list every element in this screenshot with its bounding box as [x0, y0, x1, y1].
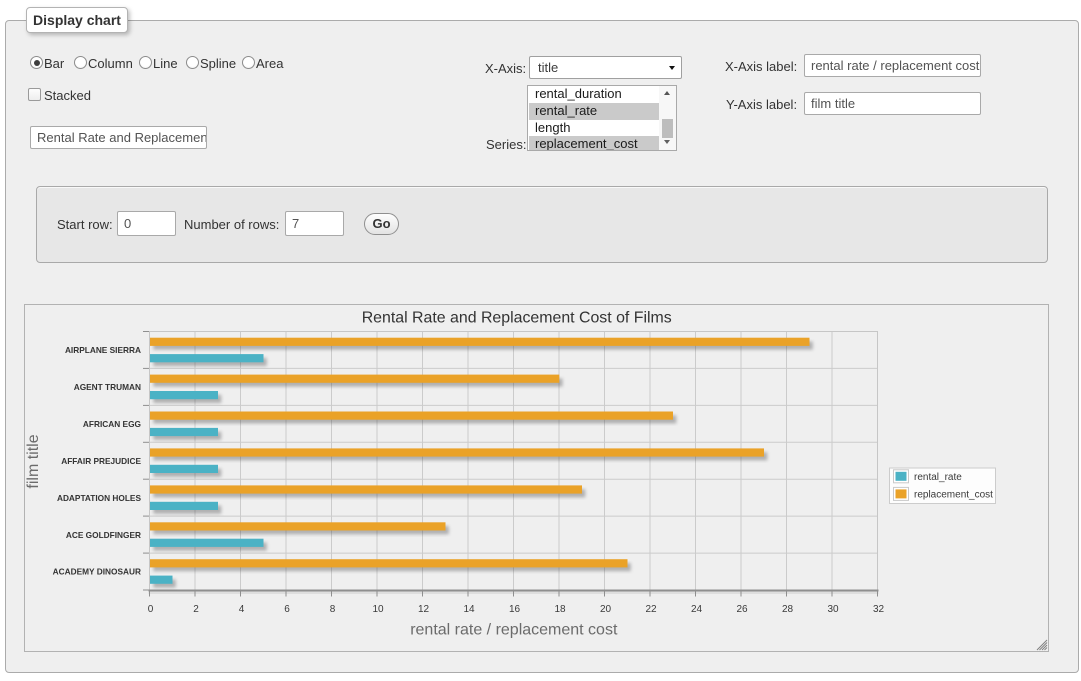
svg-text:6: 6 — [284, 604, 290, 615]
svg-text:rental_rate: rental_rate — [914, 472, 962, 483]
svg-text:20: 20 — [600, 604, 612, 615]
svg-text:10: 10 — [372, 604, 384, 615]
svg-text:28: 28 — [782, 604, 794, 615]
svg-text:ACE GOLDFINGER: ACE GOLDFINGER — [66, 530, 141, 540]
svg-text:30: 30 — [827, 604, 839, 615]
svg-text:AFFAIR PREJUDICE: AFFAIR PREJUDICE — [61, 456, 141, 466]
svg-text:AGENT TRUMAN: AGENT TRUMAN — [74, 382, 141, 392]
svg-text:12: 12 — [418, 604, 430, 615]
svg-text:16: 16 — [509, 604, 521, 615]
svg-text:24: 24 — [691, 604, 703, 615]
svg-text:ADAPTATION HOLES: ADAPTATION HOLES — [57, 493, 142, 503]
svg-text:replacement_cost: replacement_cost — [914, 490, 993, 501]
svg-text:8: 8 — [330, 604, 336, 615]
svg-text:22: 22 — [645, 604, 657, 615]
svg-text:Rental Rate and Replacement Co: Rental Rate and Replacement Cost of Film… — [362, 310, 672, 327]
svg-text:rental rate / replacement cost: rental rate / replacement cost — [410, 622, 618, 639]
svg-text:0: 0 — [148, 604, 154, 615]
svg-text:film title: film title — [25, 434, 42, 488]
svg-text:18: 18 — [554, 604, 566, 615]
svg-text:AIRPLANE SIERRA: AIRPLANE SIERRA — [65, 345, 141, 355]
svg-text:AFRICAN EGG: AFRICAN EGG — [83, 419, 141, 429]
svg-text:ACADEMY DINOSAUR: ACADEMY DINOSAUR — [53, 567, 141, 577]
svg-text:26: 26 — [736, 604, 748, 615]
svg-text:4: 4 — [239, 604, 245, 615]
svg-text:32: 32 — [873, 604, 885, 615]
svg-text:14: 14 — [463, 604, 475, 615]
svg-text:2: 2 — [193, 604, 199, 615]
